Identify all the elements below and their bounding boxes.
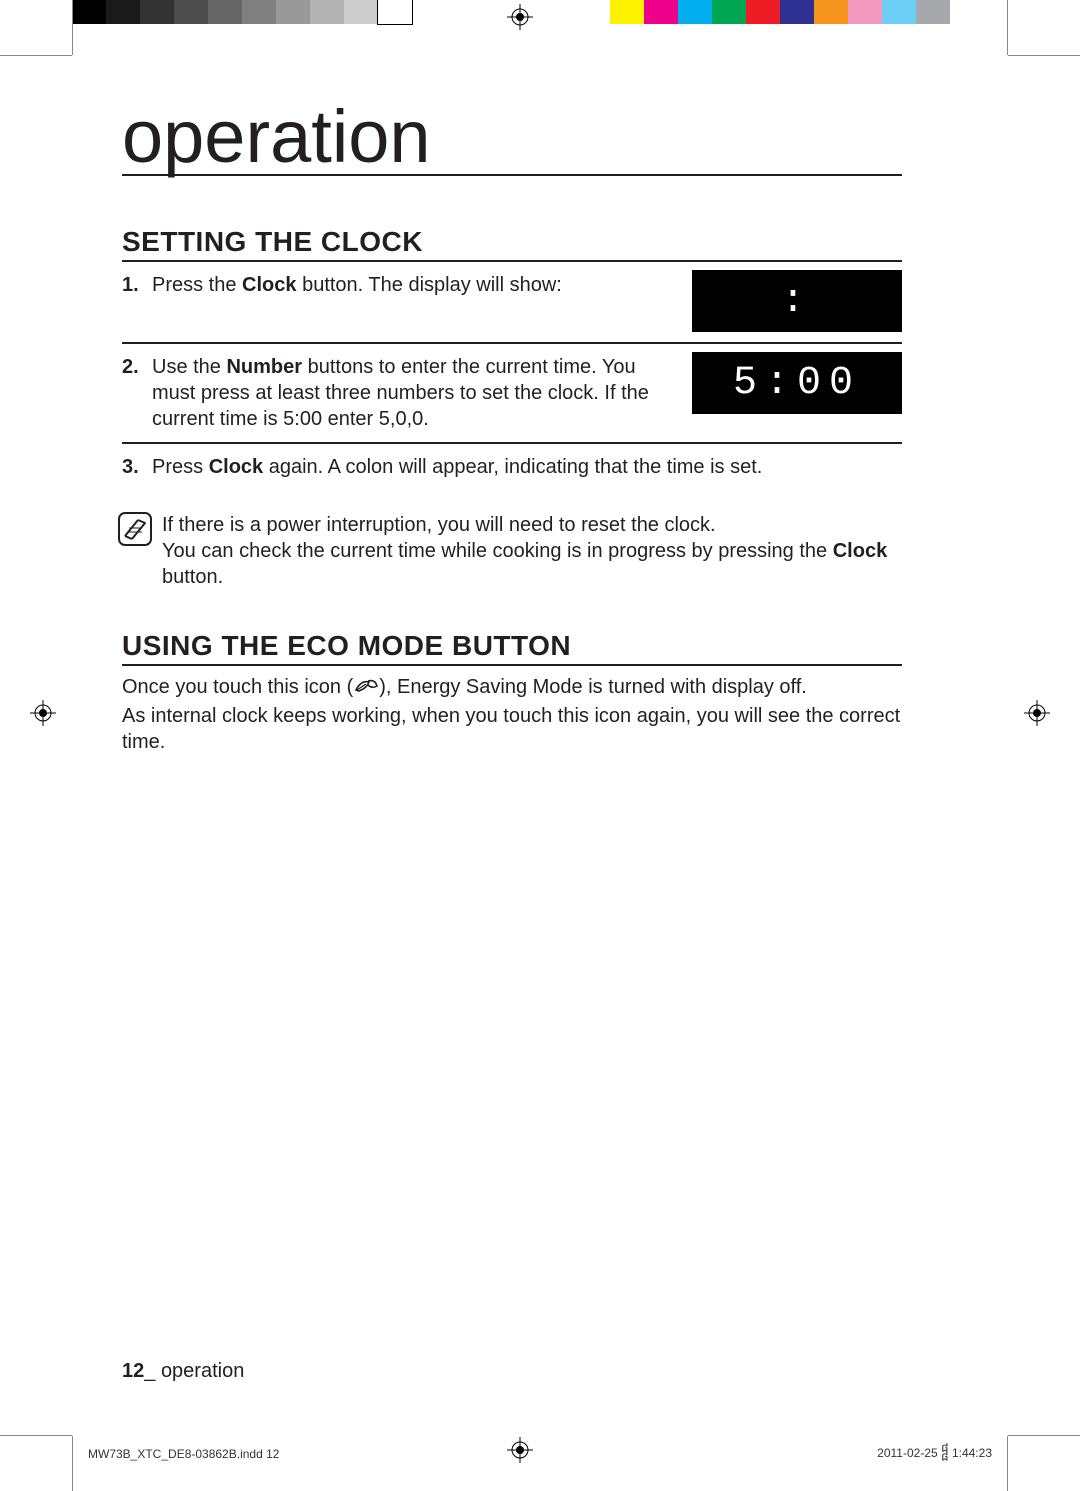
step-text: Use the Number buttons to enter the curr… [152, 354, 692, 432]
note-row: If there is a power interruption, you wi… [122, 512, 902, 590]
step-row: 1. Press the Clock button. The display w… [122, 262, 902, 344]
note-icon [118, 512, 152, 546]
registration-mark-icon [507, 1437, 533, 1463]
crop-mark [72, 1436, 73, 1491]
bold-text: Clock [833, 540, 887, 562]
registration-mark-icon [30, 700, 56, 726]
bold-text: Number [226, 356, 302, 378]
text: Once you touch this icon ( [122, 676, 353, 698]
footer-sep: _ [144, 1360, 161, 1382]
crop-mark [1007, 1436, 1008, 1491]
slug-filename: MW73B_XTC_DE8-03862B.indd 12 [88, 1447, 279, 1461]
step-text: Press the Clock button. The display will… [152, 272, 692, 298]
printer-color-bars [0, 0, 1080, 32]
text: Press the [152, 274, 242, 296]
step-row: 3. Press Clock again. A colon will appea… [122, 444, 902, 504]
bold-text: Clock [209, 456, 263, 478]
chapter-title: operation [122, 100, 902, 176]
page-footer: 12_ operation [122, 1360, 244, 1383]
text: You can check the current time while coo… [162, 540, 833, 562]
section-title-eco: USING THE ECO MODE BUTTON [122, 630, 902, 666]
lcd-display: 5:00 [692, 352, 902, 414]
crop-mark [0, 1435, 72, 1436]
display-value: : [781, 279, 813, 324]
step-number: 1. [122, 272, 152, 298]
slug-timestamp: 2011-02-25 ᧰ 1:44:23 [877, 1444, 992, 1461]
registration-mark-icon [1024, 700, 1050, 726]
crop-mark [1008, 1435, 1080, 1436]
text: button. [162, 566, 223, 588]
step-text: Press Clock again. A colon will appear, … [152, 454, 902, 480]
text: again. A colon will appear, indicating t… [263, 456, 762, 478]
crop-mark [1007, 0, 1008, 55]
display-value: 5:00 [733, 361, 861, 406]
lcd-display: : [692, 270, 902, 332]
step-number: 3. [122, 454, 152, 480]
text: As internal clock keeps working, when yo… [122, 705, 900, 753]
step-number: 2. [122, 354, 152, 380]
footer-section: operation [161, 1360, 244, 1382]
text: Press [152, 456, 209, 478]
bold-text: Clock [242, 274, 296, 296]
page-number: 12 [122, 1360, 144, 1382]
text: ), Energy Saving Mode is turned with dis… [379, 676, 807, 698]
text: If there is a power interruption, you wi… [162, 514, 716, 536]
text: Use the [152, 356, 226, 378]
step-row: 2. Use the Number buttons to enter the c… [122, 344, 902, 444]
paragraph: Once you touch this icon ( ), Energy Savi… [122, 674, 902, 755]
note-text: If there is a power interruption, you wi… [162, 512, 902, 590]
crop-mark [0, 55, 72, 56]
crop-mark [1008, 55, 1080, 56]
crop-mark [72, 0, 73, 55]
eco-leaf-icon [353, 676, 379, 703]
page-content: operation SETTING THE CLOCK 1. Press the… [122, 100, 902, 755]
registration-mark-icon [507, 4, 533, 30]
text: button. The display will show: [297, 274, 562, 296]
section-title-clock: SETTING THE CLOCK [122, 226, 902, 262]
